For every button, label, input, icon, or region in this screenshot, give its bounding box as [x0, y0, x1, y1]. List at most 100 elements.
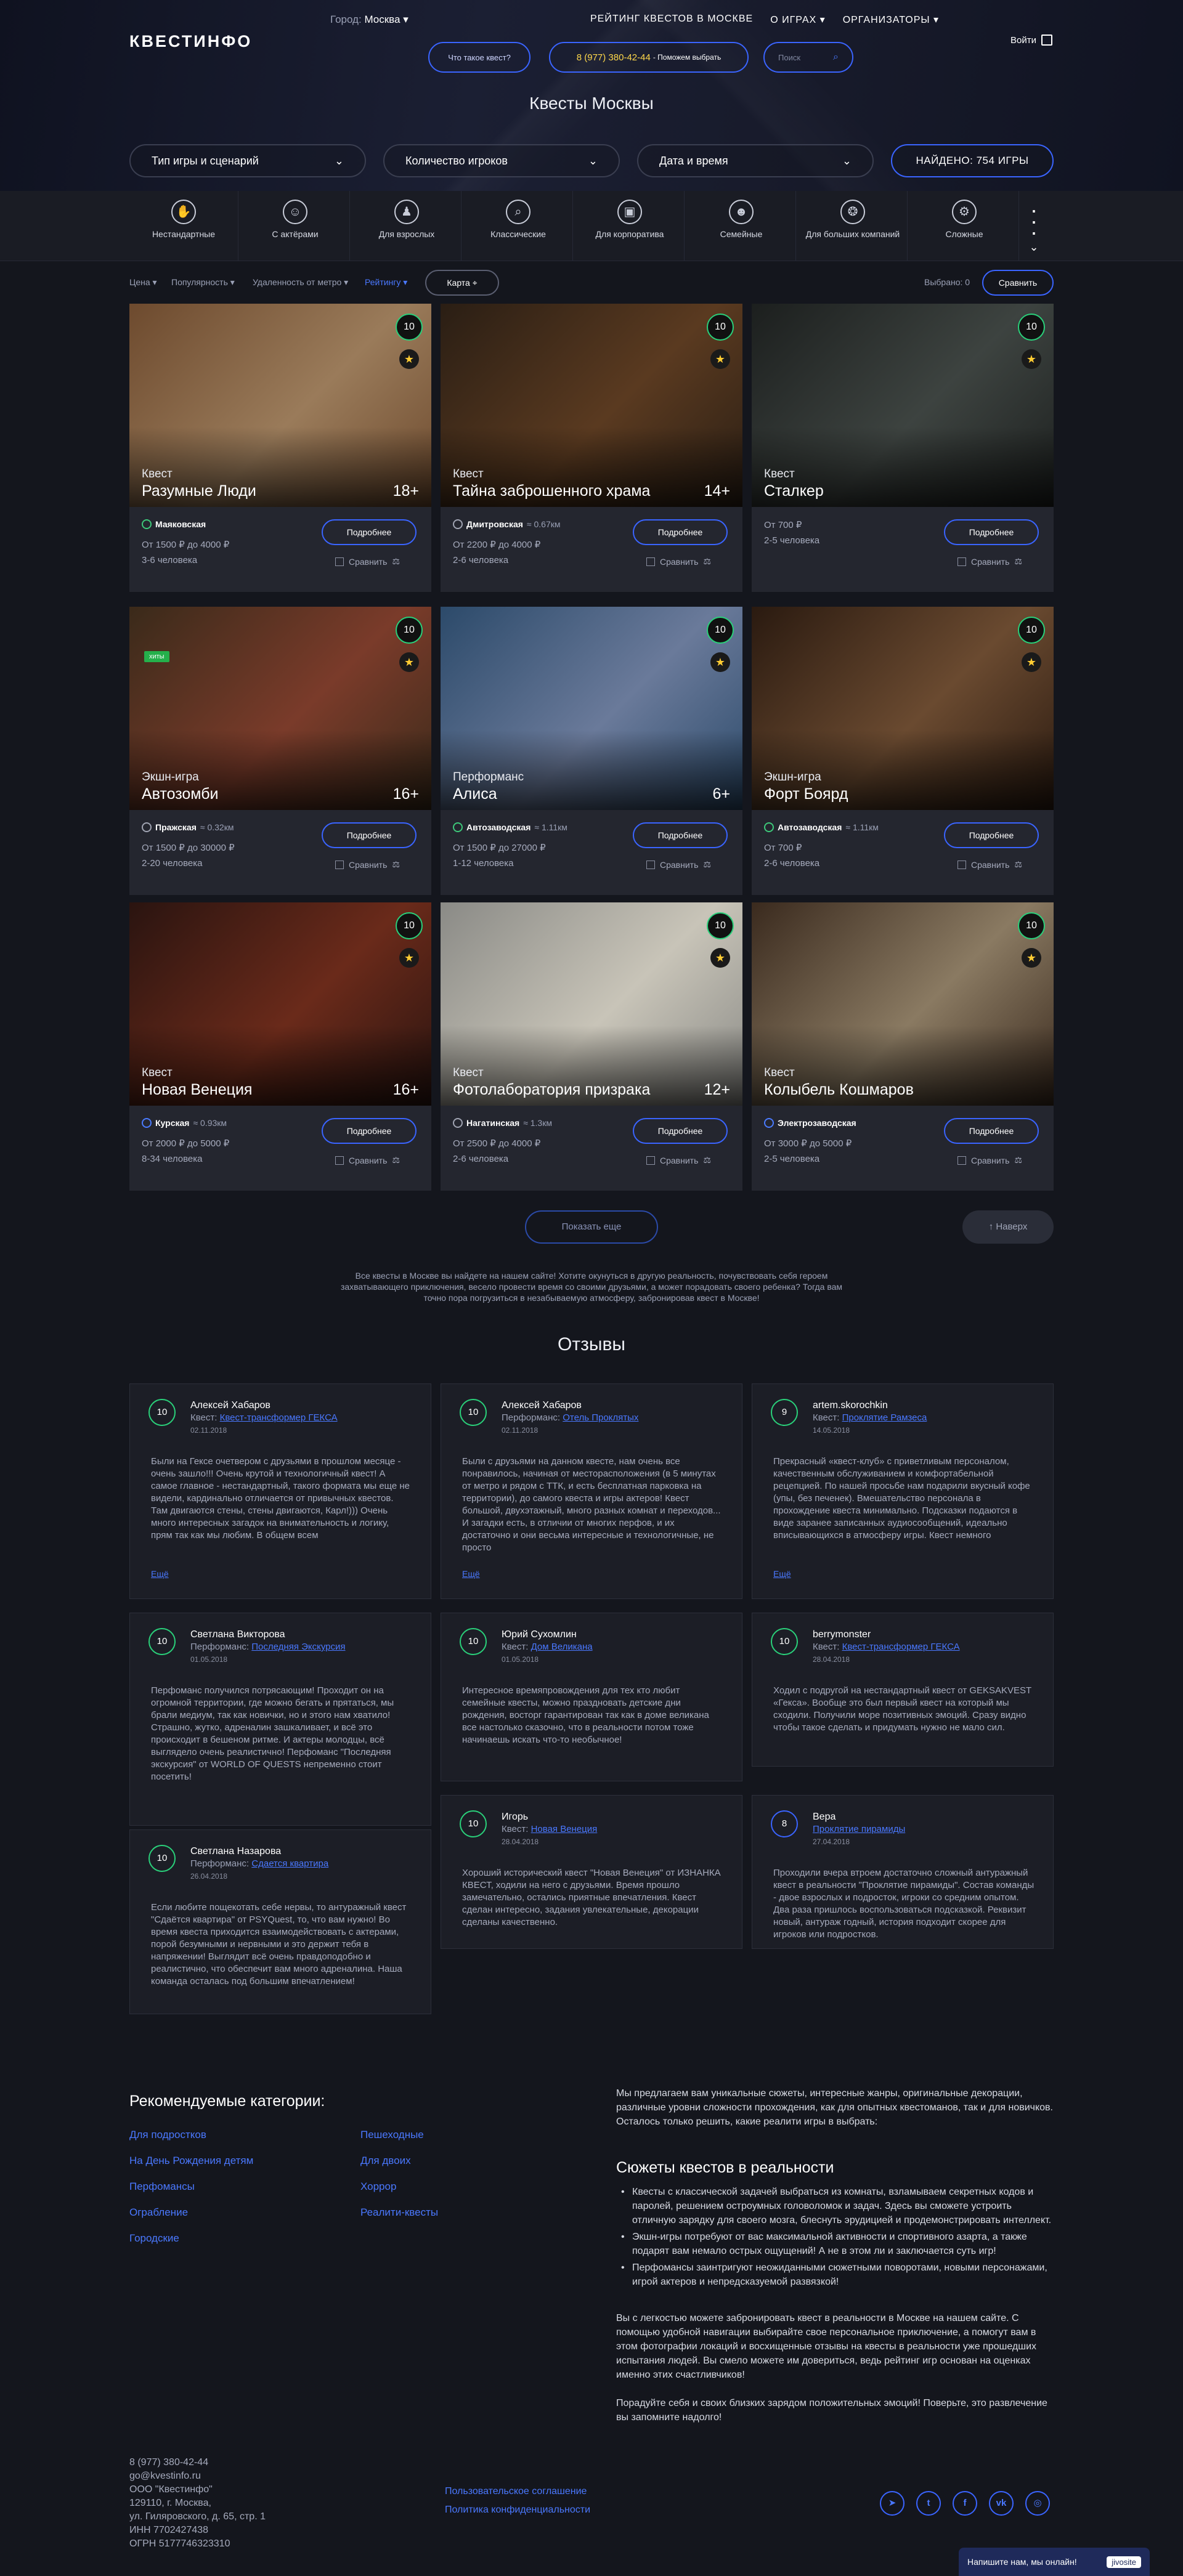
compare-checkbox[interactable]: Сравнить ⚖ — [957, 1155, 1022, 1165]
recommended-link[interactable]: Для подростков — [129, 2129, 206, 2141]
quest-name[interactable]: Колыбель Кошмаров — [764, 1081, 914, 1099]
more-categories-icon[interactable]: · · · ⌄ — [1028, 199, 1040, 253]
quest-card[interactable]: 10 ★ Квест Колыбель Кошмаров Электрозаводска… — [752, 902, 1054, 1191]
recommended-link[interactable]: Городские — [129, 2232, 179, 2245]
facebook-icon[interactable]: f — [953, 2491, 977, 2516]
star-icon[interactable]: ★ — [1022, 349, 1041, 369]
sort-price[interactable]: Цена ▾ — [129, 277, 157, 288]
telegram-icon[interactable]: ➤ — [880, 2491, 905, 2516]
details-button[interactable]: Подробнее — [944, 1118, 1039, 1144]
checkbox-icon[interactable] — [646, 860, 655, 869]
quest-image[interactable] — [441, 304, 742, 507]
quest-name[interactable]: Разумные Люди — [142, 482, 256, 500]
quest-card[interactable]: 10 ★ Квест Новая Венеция 16+ Курская ≈ 0.93км О… — [129, 902, 431, 1191]
review-more-link[interactable]: Ещё — [773, 1569, 791, 1579]
review-quest-link[interactable]: Квест-трансформер ГЕКСА — [842, 1642, 960, 1652]
details-button[interactable]: Подробнее — [322, 822, 417, 848]
privacy-policy-link[interactable]: Политика конфиденциальности — [445, 2505, 590, 2516]
recommended-link[interactable]: Пешеходные — [360, 2129, 424, 2141]
quest-card[interactable]: 10 ★ Перформанс Алиса 6+ Автозаводская ≈ 1.11к… — [441, 607, 742, 895]
review-quest-link[interactable]: Новая Венеция — [531, 1824, 598, 1834]
quest-image[interactable] — [441, 902, 742, 1106]
compare-checkbox[interactable]: Сравнить ⚖ — [335, 859, 400, 870]
phone-button[interactable]: 8 (977) 380-42-44 - Поможем выбрать — [549, 42, 749, 73]
checkbox-icon[interactable] — [335, 557, 344, 566]
quest-name[interactable]: Тайна заброшенного храма — [453, 482, 650, 500]
user-agreement-link[interactable]: Пользовательское соглашение — [445, 2486, 587, 2497]
review-quest-link[interactable]: Дом Великана — [531, 1642, 593, 1652]
quest-card[interactable]: 10 ★ Квест Фотолаборатория призрака 12+ Нагат… — [441, 902, 742, 1191]
recommended-link[interactable]: Для двоих — [360, 2155, 411, 2167]
details-button[interactable]: Подробнее — [944, 822, 1039, 848]
quest-card[interactable]: 10 ★ Квест Разумные Люди 18+ Маяковская От 150… — [129, 304, 431, 592]
review-more-link[interactable]: Ещё — [151, 1569, 169, 1579]
review-quest-link[interactable]: Сдается квартира — [251, 1858, 328, 1869]
quest-name[interactable]: Фотолаборатория призрака — [453, 1081, 650, 1099]
checkbox-icon[interactable] — [335, 1156, 344, 1165]
details-button[interactable]: Подробнее — [633, 519, 728, 545]
chat-widget[interactable]: Напишите нам, мы онлайн! jivosite — [959, 2548, 1150, 2576]
load-more-button[interactable]: Показать еще — [525, 1210, 658, 1244]
star-icon[interactable]: ★ — [1022, 948, 1041, 968]
compare-checkbox[interactable]: Сравнить ⚖ — [957, 556, 1022, 567]
review-quest-link[interactable]: Отель Проклятых — [563, 1412, 638, 1423]
instagram-icon[interactable]: ◎ — [1025, 2491, 1050, 2516]
checkbox-icon[interactable] — [646, 557, 655, 566]
vk-icon[interactable]: vk — [989, 2491, 1014, 2516]
details-button[interactable]: Подробнее — [944, 519, 1039, 545]
review-quest-link[interactable]: Последняя Экскурсия — [251, 1642, 345, 1652]
checkbox-icon[interactable] — [646, 1156, 655, 1165]
city-value[interactable]: Москва ▾ — [364, 14, 408, 25]
sort-metro-distance[interactable]: Удаленность от метро ▾ — [253, 277, 348, 288]
star-icon[interactable]: ★ — [399, 652, 419, 672]
checkbox-icon[interactable] — [957, 557, 966, 566]
nav-rating[interactable]: РЕЙТИНГ КВЕСТОВ В МОСКВЕ — [590, 14, 753, 26]
quest-image[interactable] — [752, 902, 1054, 1106]
search-icon[interactable]: ⌕ — [833, 52, 839, 63]
review-more-link[interactable]: Ещё — [462, 1569, 480, 1579]
compare-checkbox[interactable]: Сравнить ⚖ — [646, 1155, 711, 1165]
recommended-link[interactable]: Ограбление — [129, 2206, 188, 2219]
recommended-link[interactable]: Хоррор — [360, 2181, 396, 2193]
category-item[interactable]: ⚙ Сложные — [910, 191, 1019, 261]
filter-players[interactable]: Количество игроков ⌄ — [383, 144, 620, 177]
star-icon[interactable]: ★ — [710, 652, 730, 672]
checkbox-icon[interactable] — [335, 860, 344, 869]
quest-name[interactable]: Автозомби — [142, 785, 218, 803]
search-input[interactable]: Поиск — [778, 53, 800, 62]
checkbox-icon[interactable] — [957, 1156, 966, 1165]
star-icon[interactable]: ★ — [1022, 652, 1041, 672]
sort-popularity[interactable]: Популярность ▾ — [171, 277, 235, 288]
quest-image[interactable] — [129, 902, 431, 1106]
details-button[interactable]: Подробнее — [322, 1118, 417, 1144]
category-item[interactable]: ♟ Для взрослых — [352, 191, 461, 261]
recommended-link[interactable]: Реалити-квесты — [360, 2206, 438, 2219]
compare-checkbox[interactable]: Сравнить ⚖ — [957, 859, 1022, 870]
quest-card[interactable]: 10 ★ Квест Сталкер От 700 ₽ 2-5 человека Подро… — [752, 304, 1054, 592]
city-selector[interactable]: Город: Москва ▾ — [330, 14, 409, 26]
quest-name[interactable]: Новая Венеция — [142, 1081, 252, 1099]
quest-image[interactable] — [752, 304, 1054, 507]
twitter-icon[interactable]: t — [916, 2491, 941, 2516]
compare-button[interactable]: Сравнить — [982, 270, 1054, 296]
quest-name[interactable]: Форт Боярд — [764, 785, 848, 803]
details-button[interactable]: Подробнее — [633, 822, 728, 848]
star-icon[interactable]: ★ — [710, 948, 730, 968]
category-item[interactable]: ☻ Семейные — [687, 191, 796, 261]
recommended-link[interactable]: Перфомансы — [129, 2181, 195, 2193]
checkbox-icon[interactable] — [957, 860, 966, 869]
review-quest-link[interactable]: Проклятие Рамзеса — [842, 1412, 927, 1423]
compare-checkbox[interactable]: Сравнить ⚖ — [646, 859, 711, 870]
nav-about-games[interactable]: О ИГРАХ ▾ — [770, 14, 825, 26]
star-icon[interactable]: ★ — [399, 948, 419, 968]
compare-checkbox[interactable]: Сравнить ⚖ — [646, 556, 711, 567]
login-link[interactable]: Войти — [1010, 34, 1052, 46]
nav-organizers[interactable]: ОРГАНИЗАТОРЫ ▾ — [843, 14, 939, 26]
category-item[interactable]: ▣ Для корпоратива — [575, 191, 685, 261]
star-icon[interactable]: ★ — [710, 349, 730, 369]
compare-checkbox[interactable]: Сравнить ⚖ — [335, 556, 400, 567]
compare-checkbox[interactable]: Сравнить ⚖ — [335, 1155, 400, 1165]
quest-name[interactable]: Сталкер — [764, 482, 824, 500]
star-icon[interactable]: ★ — [399, 349, 419, 369]
found-button[interactable]: НАЙДЕНО: 754 ИГРЫ — [891, 144, 1054, 177]
